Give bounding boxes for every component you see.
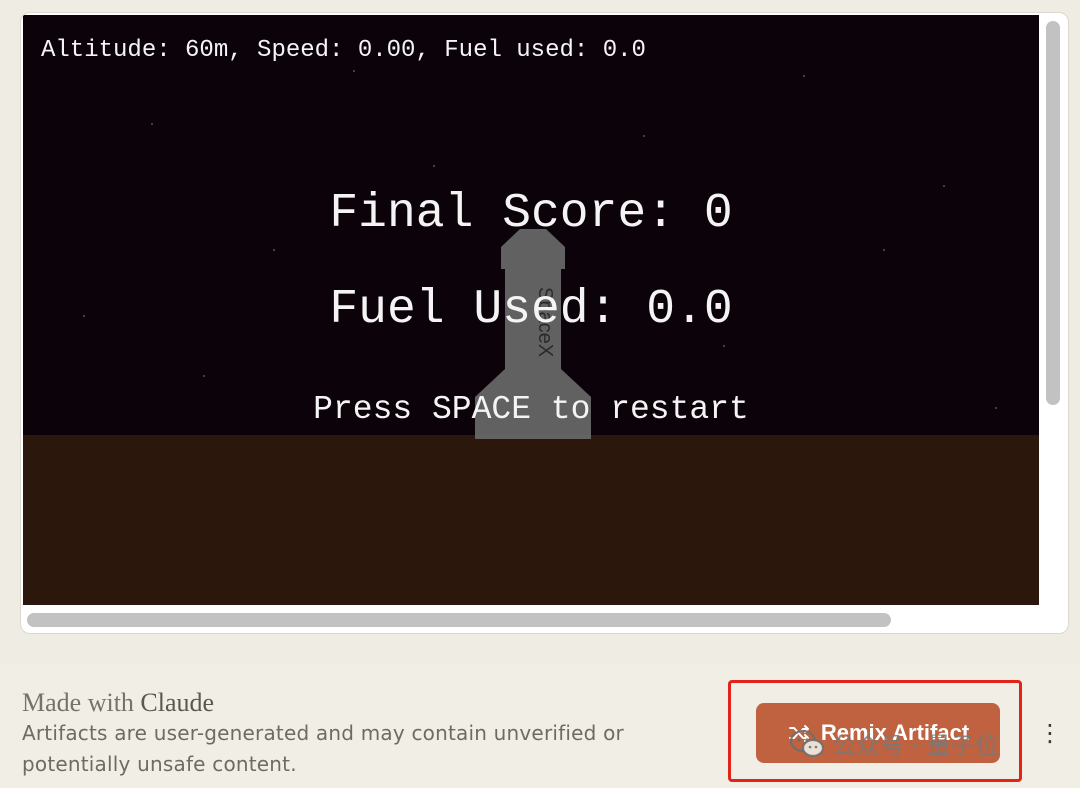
disclaimer: Artifacts are user-generated and may con… — [22, 721, 624, 776]
made-with-claude: Made with Claude — [22, 688, 214, 718]
star — [803, 75, 805, 77]
watermark: 公众号 · 量子位 — [790, 726, 999, 761]
vertical-scrollbar-thumb[interactable] — [1046, 21, 1060, 405]
wechat-icon — [790, 729, 824, 757]
star — [723, 345, 725, 347]
star — [353, 70, 355, 72]
star — [883, 249, 885, 251]
star — [151, 123, 153, 125]
fuel-used: Fuel Used: 0.0 — [329, 283, 733, 337]
artifact-panel: SpaceX Altitude: 60m, Speed: 0.00, Fuel … — [20, 12, 1069, 634]
restart-prompt: Press SPACE to restart — [313, 391, 749, 428]
star — [643, 135, 645, 137]
more-options-button[interactable]: ⋮ — [1038, 716, 1062, 750]
watermark-text: 公众号 · 量子位 — [832, 732, 999, 760]
game-canvas[interactable]: SpaceX Altitude: 60m, Speed: 0.00, Fuel … — [23, 15, 1039, 605]
star — [273, 249, 275, 251]
made-with-brand: Claude — [140, 688, 215, 717]
horizontal-scrollbar-thumb[interactable] — [27, 613, 891, 627]
star — [433, 165, 435, 167]
ground — [23, 435, 1039, 605]
final-score: Final Score: 0 — [329, 187, 733, 241]
hud-status: Altitude: 60m, Speed: 0.00, Fuel used: 0… — [41, 37, 646, 64]
more-vertical-icon: ⋮ — [1038, 719, 1062, 747]
artifact-frame: SpaceX Altitude: 60m, Speed: 0.00, Fuel … — [0, 0, 1080, 664]
made-with-prefix: Made with — [22, 688, 141, 717]
star — [203, 375, 205, 377]
